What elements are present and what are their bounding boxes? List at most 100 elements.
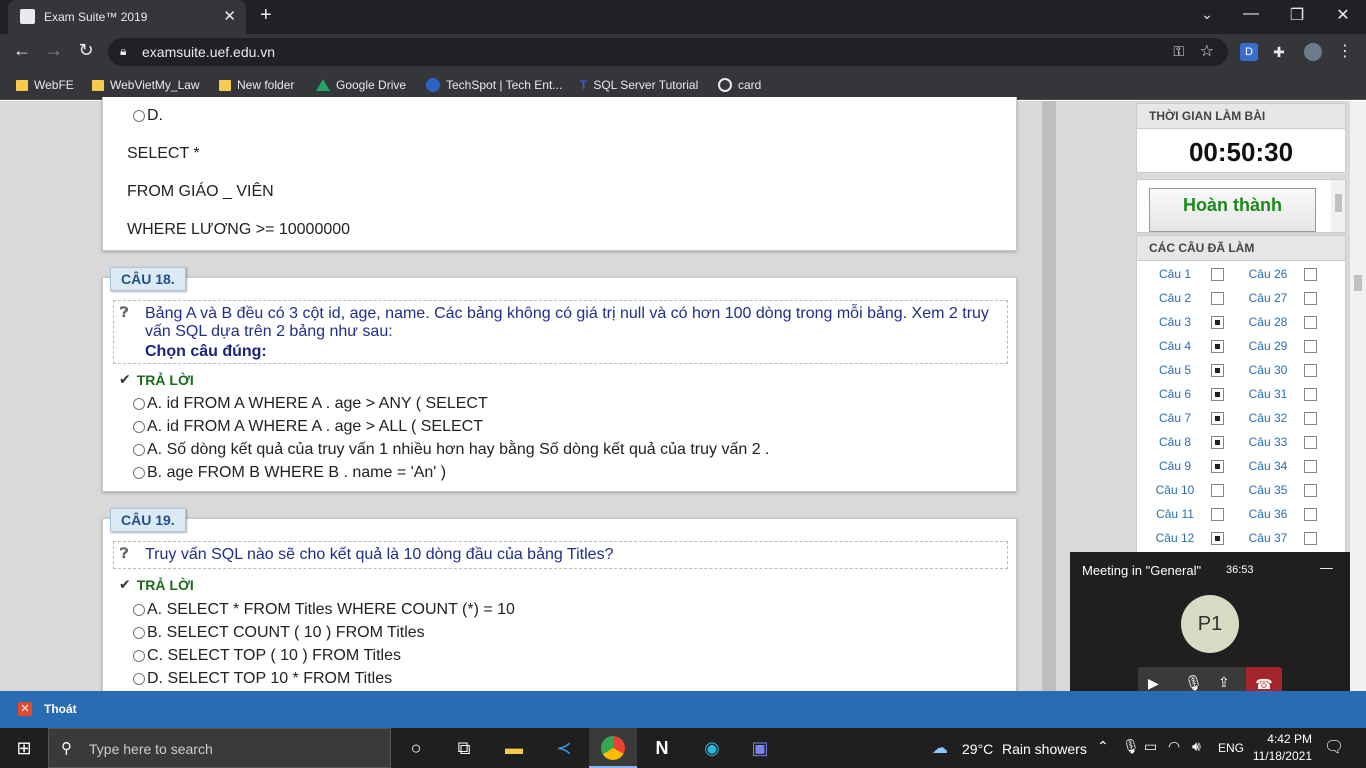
done-checkbox[interactable] <box>1211 507 1224 521</box>
question-link[interactable]: Câu 31 <box>1246 387 1290 401</box>
done-checkbox[interactable] <box>1304 363 1317 377</box>
done-checkbox[interactable] <box>1211 411 1224 425</box>
bookmark-sql-server[interactable]: T SQL Server Tutorial <box>580 76 698 94</box>
radio-button[interactable] <box>133 604 145 616</box>
bookmark-webfe[interactable]: WebFE <box>16 76 74 94</box>
teams-icon[interactable]: ▣ <box>748 736 772 760</box>
done-checkbox[interactable] <box>1304 507 1317 521</box>
scrollbar-thumb[interactable] <box>1354 275 1362 291</box>
option-d[interactable]: D. <box>133 107 163 125</box>
wifi-icon[interactable]: ◠ <box>1168 738 1180 755</box>
share-screen-icon[interactable]: ⇪ <box>1218 674 1230 691</box>
done-checkbox[interactable] <box>1211 387 1224 401</box>
done-checkbox[interactable] <box>1211 483 1224 497</box>
question-link[interactable]: Câu 6 <box>1153 387 1197 401</box>
exit-button[interactable]: ✕ Thoát <box>18 702 77 716</box>
question-link[interactable]: Câu 27 <box>1246 291 1290 305</box>
bookmark-google-drive[interactable]: Google Drive <box>316 76 406 94</box>
done-checkbox[interactable] <box>1304 387 1317 401</box>
option-a2[interactable]: A. id FROM A WHERE A . age > ALL ( SELEC… <box>133 418 483 436</box>
radio-button[interactable] <box>133 398 145 410</box>
done-checkbox[interactable] <box>1211 435 1224 449</box>
edge-icon[interactable]: ◉ <box>700 736 724 760</box>
scrollbar-thumb[interactable] <box>1335 194 1342 212</box>
profile-avatar[interactable] <box>1304 43 1322 61</box>
bookmark-new-folder[interactable]: New folder <box>219 76 294 94</box>
minimize-window-icon[interactable]: — <box>1236 5 1266 23</box>
done-checkbox[interactable] <box>1211 267 1224 281</box>
radio-button[interactable] <box>133 673 145 685</box>
new-tab-button[interactable]: + <box>260 4 272 27</box>
question-link[interactable]: Câu 12 <box>1153 531 1197 545</box>
search-placeholder[interactable]: Type here to search <box>89 741 213 757</box>
page-scrollbar[interactable] <box>1350 101 1366 691</box>
extension-d-icon[interactable]: D <box>1240 43 1258 61</box>
chrome-taskbar-button[interactable] <box>589 728 637 768</box>
question-link[interactable]: Câu 33 <box>1246 435 1290 449</box>
question-link[interactable]: Câu 8 <box>1153 435 1197 449</box>
radio-button[interactable] <box>133 110 145 122</box>
question-link[interactable]: Câu 7 <box>1153 411 1197 425</box>
done-checkbox[interactable] <box>1304 531 1317 545</box>
question-link[interactable]: Câu 1 <box>1153 267 1197 281</box>
question-link[interactable]: Câu 35 <box>1246 483 1290 497</box>
done-checkbox[interactable] <box>1304 315 1317 329</box>
camera-icon[interactable]: ▶ <box>1148 675 1159 692</box>
cortana-icon[interactable]: ○ <box>404 736 428 760</box>
task-view-icon[interactable]: ⧉ <box>452 736 476 760</box>
close-window-icon[interactable]: ✕ <box>1328 5 1358 25</box>
battery-icon[interactable]: ▭ <box>1144 738 1157 755</box>
forward-icon[interactable]: → <box>42 40 66 61</box>
option-a1[interactable]: A. id FROM A WHERE A . age > ANY ( SELEC… <box>133 395 488 413</box>
done-checkbox[interactable] <box>1211 363 1224 377</box>
volume-icon[interactable]: 🔊︎ <box>1192 738 1201 755</box>
bookmark-techspot[interactable]: TechSpot | Tech Ent... <box>426 76 562 94</box>
lock-icon[interactable]: 🔒︎ <box>120 44 126 59</box>
language-indicator[interactable]: ENG <box>1218 741 1244 755</box>
vscode-icon[interactable]: ≺ <box>552 736 576 760</box>
windows-start-icon[interactable]: ⊞ <box>12 736 36 760</box>
done-checkbox[interactable] <box>1304 483 1317 497</box>
done-checkbox[interactable] <box>1304 435 1317 449</box>
url-text[interactable]: examsuite.uef.edu.vn <box>142 44 275 60</box>
question-link[interactable]: Câu 37 <box>1246 531 1290 545</box>
weather-temp[interactable]: 29°C <box>962 741 993 757</box>
search-box[interactable]: ⚲ Type here to search <box>48 728 391 768</box>
menu-kebab-icon[interactable]: ⋮ <box>1336 43 1354 61</box>
hidden-icons-chevron-icon[interactable]: ⌃ <box>1097 738 1109 755</box>
done-checkbox[interactable] <box>1211 459 1224 473</box>
radio-button[interactable] <box>133 627 145 639</box>
done-checkbox[interactable] <box>1211 339 1224 353</box>
weather-text[interactable]: Rain showers <box>1002 741 1087 757</box>
question-link[interactable]: Câu 36 <box>1246 507 1290 521</box>
option-c[interactable]: C. SELECT TOP ( 10 ) FROM Titles <box>133 647 401 665</box>
radio-button[interactable] <box>133 467 145 479</box>
done-checkbox[interactable] <box>1211 291 1224 305</box>
bookmark-webvietmy[interactable]: WebVietMy_Law <box>92 76 200 94</box>
reload-icon[interactable]: ↻ <box>74 40 98 61</box>
question-link[interactable]: Câu 4 <box>1153 339 1197 353</box>
clock-time[interactable]: 4:42 PM <box>1252 732 1312 746</box>
notion-icon[interactable]: N <box>650 736 674 760</box>
clock-date[interactable]: 11/18/2021 <box>1246 749 1312 763</box>
minimize-meeting-button[interactable]: — <box>1320 560 1333 575</box>
question-link[interactable]: Câu 3 <box>1153 315 1197 329</box>
question-link[interactable]: Câu 30 <box>1246 363 1290 377</box>
done-checkbox[interactable] <box>1304 291 1317 305</box>
microphone-icon[interactable]: 🎙︎ <box>1184 674 1203 692</box>
question-link[interactable]: Câu 32 <box>1246 411 1290 425</box>
bookmark-star-icon[interactable]: ☆ <box>1200 41 1214 61</box>
back-icon[interactable]: ← <box>10 40 34 61</box>
option-b[interactable]: B. SELECT COUNT ( 10 ) FROM Titles <box>133 624 425 642</box>
key-icon[interactable]: ⚿ <box>1173 43 1184 60</box>
extensions-puzzle-icon[interactable]: ✚ <box>1270 43 1288 61</box>
option-a3[interactable]: A. Số dòng kết quả của truy vấn 1 nhiều … <box>133 441 769 459</box>
done-checkbox[interactable] <box>1211 315 1224 329</box>
done-checkbox[interactable] <box>1304 459 1317 473</box>
radio-button[interactable] <box>133 421 145 433</box>
file-explorer-icon[interactable]: ▬ <box>502 736 526 760</box>
question-link[interactable]: Câu 10 <box>1153 483 1197 497</box>
question-link[interactable]: Câu 5 <box>1153 363 1197 377</box>
option-a[interactable]: A. SELECT * FROM Titles WHERE COUNT (*) … <box>133 601 515 619</box>
notification-icon[interactable]: 🗨︎ <box>1324 737 1344 757</box>
